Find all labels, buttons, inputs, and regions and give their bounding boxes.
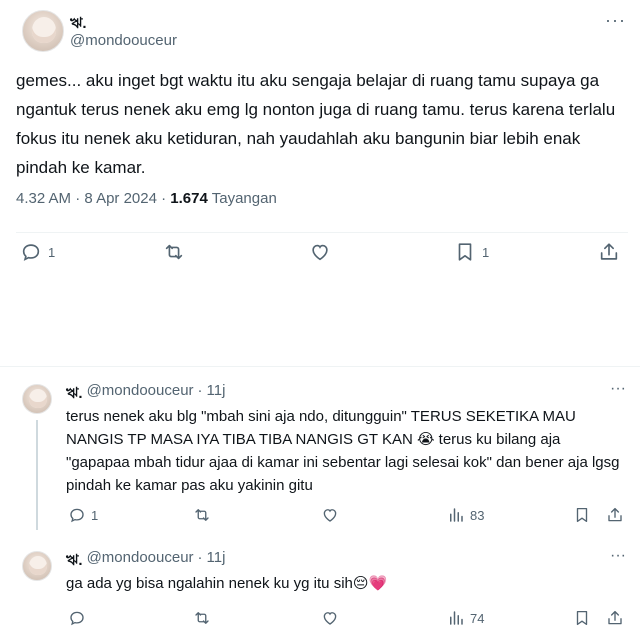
meta-dot: · — [161, 190, 171, 207]
reply-button[interactable] — [68, 609, 91, 627]
repost-button[interactable] — [163, 241, 191, 263]
main-tweet: ঋ. @mondoouceur ··· gemes... aku inget b… — [0, 0, 640, 368]
analytics-icon — [450, 508, 463, 522]
reply-header: ঋ. @mondoouceur · 11j — [66, 549, 225, 574]
action-bar: 1 1 — [16, 232, 628, 272]
heart-icon — [312, 244, 328, 261]
bookmark-button[interactable] — [573, 609, 591, 627]
share-icon — [608, 507, 622, 522]
reply-button[interactable]: 1 — [20, 241, 55, 263]
reply-action-bar: 74 — [66, 607, 626, 635]
user-handle[interactable]: @mondoouceur — [87, 382, 194, 407]
views-count: 83 — [470, 507, 485, 523]
tweet-date[interactable]: 8 Apr 2024 — [84, 190, 157, 207]
display-name[interactable]: ঋ. — [66, 549, 83, 574]
avatar[interactable] — [22, 551, 52, 581]
share-icon — [600, 243, 618, 260]
share-button[interactable] — [606, 609, 624, 627]
like-button[interactable] — [309, 241, 337, 263]
reply-count: 1 — [91, 507, 99, 523]
more-options-icon[interactable]: ··· — [605, 10, 626, 31]
like-button[interactable] — [321, 506, 339, 524]
reply-icon — [22, 244, 40, 261]
section-divider — [0, 366, 640, 367]
views-count: 74 — [470, 610, 485, 626]
reply-icon — [70, 508, 84, 523]
avatar[interactable] — [22, 384, 52, 414]
repost-icon — [195, 612, 209, 624]
meta-dot: · — [197, 382, 203, 399]
avatar[interactable] — [22, 10, 64, 52]
tweet-text: gemes... aku inget bgt waktu itu aku sen… — [16, 71, 616, 177]
reply-button[interactable]: 1 — [68, 506, 98, 524]
like-button[interactable] — [321, 609, 339, 627]
tweet-meta: 4.32 AM · 8 Apr 2024 · 1.674 Tayangan — [16, 190, 277, 207]
analytics-icon — [450, 611, 463, 625]
reply-time[interactable]: 11j — [207, 382, 226, 407]
heart-icon — [323, 509, 337, 522]
reply-text: ga ada yg bisa ngalahin nenek ku yg itu … — [66, 575, 388, 592]
meta-dot: · — [197, 549, 203, 566]
reply-tweet[interactable]: ঋ. @mondoouceur · 11j ··· ga ada yg bisa… — [0, 545, 640, 640]
reply-header: ঋ. @mondoouceur · 11j — [66, 382, 225, 407]
reply-count: 1 — [48, 244, 56, 260]
reply-action-bar: 1 83 — [66, 504, 626, 532]
reply-tweet[interactable]: ঋ. @mondoouceur · 11j ··· terus nenek ak… — [0, 378, 640, 538]
bookmark-icon — [576, 610, 588, 626]
bookmark-icon — [576, 507, 588, 523]
views-button[interactable]: 74 — [447, 609, 484, 627]
repost-icon — [195, 509, 209, 521]
reply-time[interactable]: 11j — [207, 549, 226, 574]
tweet-time[interactable]: 4.32 AM — [16, 190, 71, 207]
share-button[interactable] — [598, 241, 620, 263]
bookmark-count: 1 — [482, 244, 490, 260]
user-handle[interactable]: @mondoouceur — [87, 549, 194, 574]
share-button[interactable] — [606, 506, 624, 524]
more-options-icon[interactable]: ··· — [610, 380, 626, 398]
bookmark-icon — [458, 243, 472, 261]
repost-icon — [165, 244, 183, 260]
more-options-icon[interactable]: ··· — [610, 547, 626, 565]
repost-button[interactable] — [193, 506, 211, 524]
bookmark-button[interactable]: 1 — [454, 241, 489, 263]
views-count: 1.674 — [170, 190, 208, 207]
reply-text: terus nenek aku blg "mbah sini aja ndo, … — [66, 408, 620, 494]
views-label: Tayangan — [211, 190, 277, 207]
heart-icon — [323, 612, 337, 625]
views-button[interactable]: 83 — [447, 506, 484, 524]
thread-line — [36, 420, 38, 530]
share-icon — [608, 610, 622, 625]
meta-dot: · — [75, 190, 85, 207]
reply-icon — [70, 611, 84, 626]
bookmark-button[interactable] — [573, 506, 591, 524]
display-name[interactable]: ঋ. — [66, 382, 83, 407]
user-handle[interactable]: @mondoouceur — [70, 32, 177, 49]
repost-button[interactable] — [193, 609, 211, 627]
